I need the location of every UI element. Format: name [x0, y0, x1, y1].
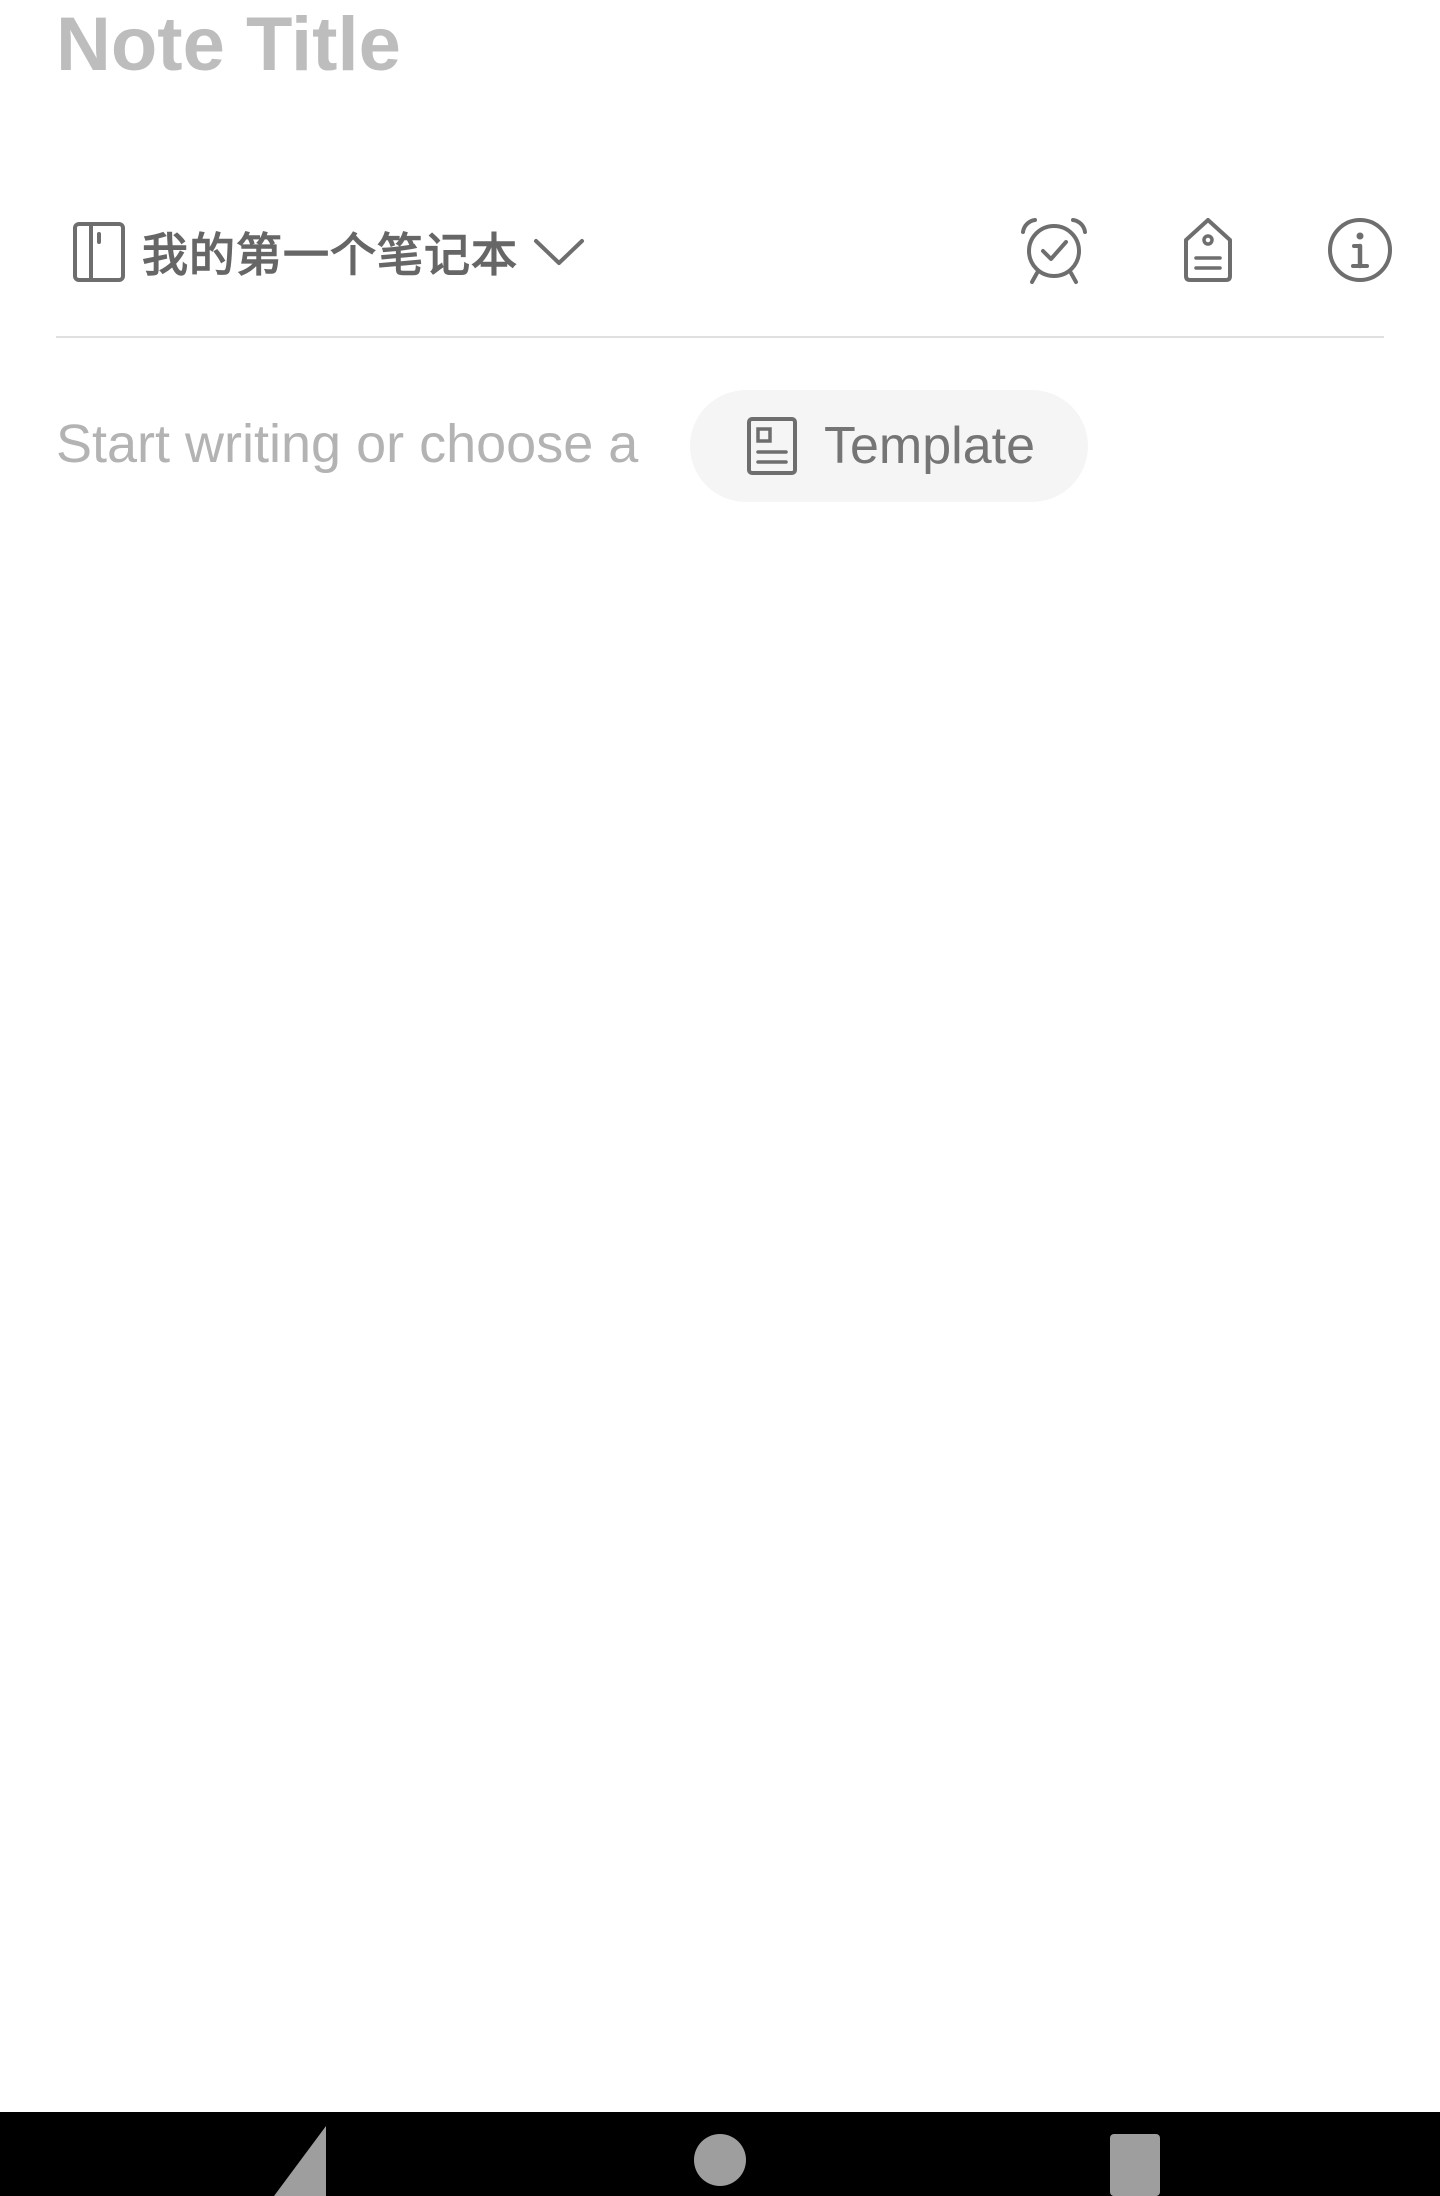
chevron-down-icon — [524, 200, 594, 304]
system-navigation-bar — [0, 2112, 1440, 2196]
alarm-clock-check-icon — [1018, 214, 1090, 291]
template-label: Template — [824, 417, 1035, 475]
note-meta-row: 我的第一个笔记本 — [56, 200, 1392, 304]
notebook-name: 我的第一个笔记本 — [142, 228, 518, 282]
reminder-button[interactable] — [1002, 200, 1106, 304]
template-icon — [742, 416, 802, 476]
note-editor-screen: 我的第一个笔记本 — [0, 0, 1440, 2196]
back-triangle-icon[interactable] — [270, 2112, 330, 2196]
note-body-editor[interactable]: Start writing or choose a — [56, 404, 638, 484]
template-button[interactable]: Template — [690, 390, 1088, 502]
note-title-input[interactable] — [56, 0, 1386, 90]
tag-button[interactable] — [1156, 200, 1260, 304]
notebook-selector[interactable]: 我的第一个笔记本 — [56, 200, 594, 304]
tag-icon — [1180, 216, 1236, 289]
header-divider — [56, 336, 1384, 338]
notebook-icon — [56, 200, 142, 304]
home-circle-icon[interactable] — [692, 2112, 748, 2196]
recents-square-icon[interactable] — [1108, 2112, 1162, 2196]
info-icon — [1326, 216, 1394, 289]
editor-placeholder-text: Start writing or choose a — [56, 414, 639, 474]
info-button[interactable] — [1308, 200, 1412, 304]
